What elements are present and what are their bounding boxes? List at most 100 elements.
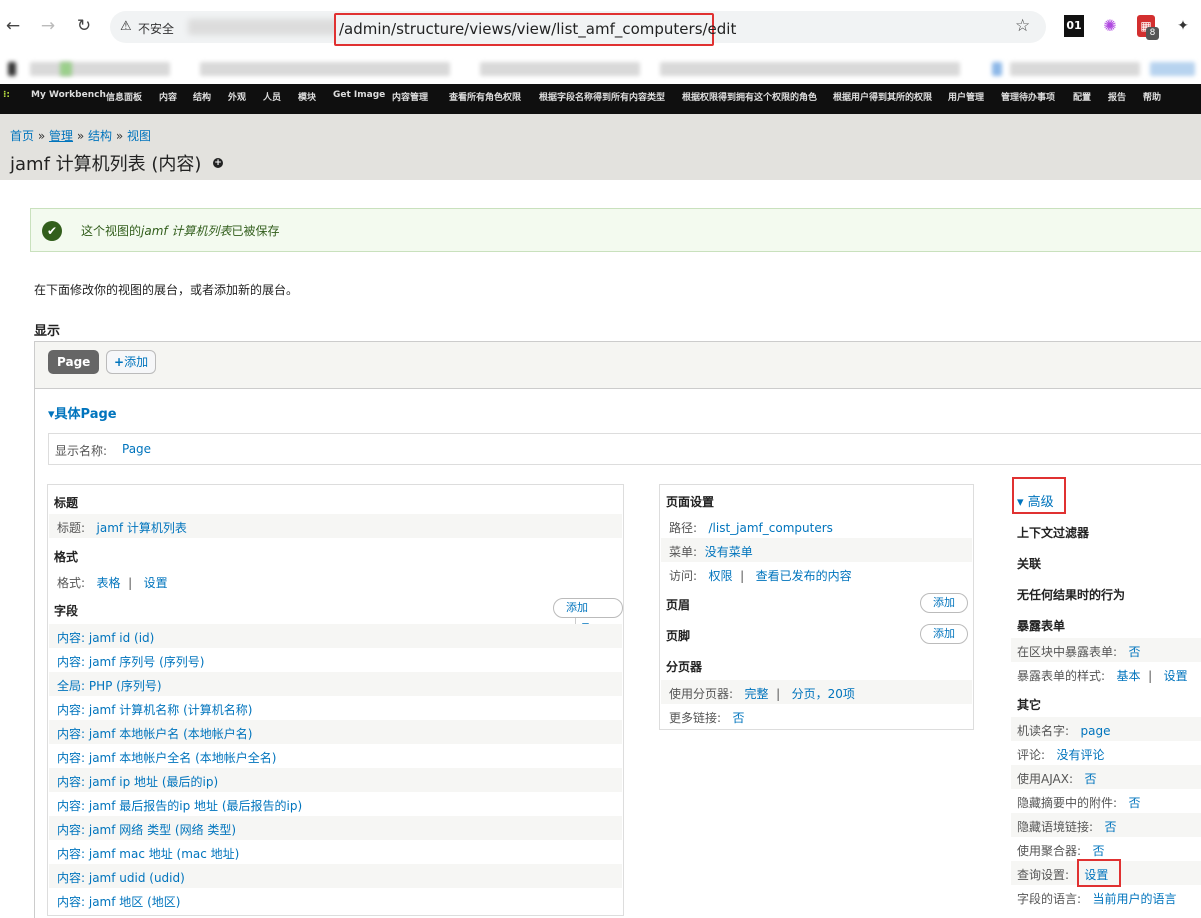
- field-row[interactable]: 内容: jamf 序列号 (序列号): [49, 648, 622, 672]
- toolbar-item-structure[interactable]: 结构: [193, 90, 211, 103]
- hide-attachment-link[interactable]: 否: [1129, 796, 1141, 810]
- details-title[interactable]: ▾具体Page: [48, 403, 117, 422]
- field-language-link[interactable]: 当前用户的语言: [1093, 892, 1177, 906]
- toolbar-item-todo[interactable]: 管理待办事项: [1001, 90, 1055, 103]
- toolbar-item-config[interactable]: 配置: [1073, 90, 1091, 103]
- bookmark-blur[interactable]: [1150, 62, 1195, 76]
- bookmark-blur[interactable]: [660, 62, 960, 76]
- ajax-link[interactable]: 否: [1084, 772, 1096, 786]
- field-row[interactable]: 内容: jamf 地区 (地区): [49, 888, 622, 912]
- sparkle-icon[interactable]: ✦: [1173, 15, 1193, 37]
- breadcrumb-structure[interactable]: 结构: [88, 129, 112, 143]
- field-link[interactable]: 内容: jamf mac 地址 (mac 地址): [57, 845, 239, 862]
- toolbar-item-field-types[interactable]: 根据字段名称得到所有内容类型: [539, 90, 665, 103]
- field-link[interactable]: 内容: jamf ip 地址 (最后的ip): [57, 773, 218, 790]
- title-value-link[interactable]: jamf 计算机列表: [97, 521, 187, 535]
- footer-add-button[interactable]: 添加: [920, 624, 968, 644]
- reload-icon[interactable]: ↻: [74, 16, 94, 36]
- exposed-block-label: 在区块中暴露表单:: [1017, 645, 1118, 659]
- toolbar-item-role-perms[interactable]: 查看所有角色权限: [449, 90, 521, 103]
- field-link[interactable]: 内容: jamf 计算机名称 (计算机名称): [57, 701, 252, 718]
- field-row[interactable]: 内容: jamf 本地帐户全名 (本地帐户全名): [49, 744, 622, 768]
- access-settings-link[interactable]: 查看已发布的内容: [756, 569, 852, 583]
- field-link[interactable]: 内容: jamf 地区 (地区): [57, 893, 180, 910]
- exposed-style-link[interactable]: 基本: [1117, 669, 1141, 683]
- breadcrumb-admin[interactable]: 管理: [49, 129, 73, 143]
- forward-icon[interactable]: →: [38, 16, 58, 36]
- field-link[interactable]: 内容: jamf 本地帐户名 (本地帐户名): [57, 725, 252, 742]
- path-link[interactable]: /list_jamf_computers: [709, 521, 833, 535]
- field-row[interactable]: 内容: jamf 最后报告的ip 地址 (最后报告的ip): [49, 792, 622, 816]
- field-link[interactable]: 内容: jamf 序列号 (序列号): [57, 653, 204, 670]
- machine-name-link[interactable]: page: [1081, 724, 1111, 738]
- tab-page[interactable]: Page: [48, 350, 100, 374]
- aggregation-link[interactable]: 否: [1093, 844, 1105, 858]
- bookmark-star-icon[interactable]: ☆: [1015, 16, 1030, 36]
- toolbar-item-help[interactable]: 帮助: [1143, 90, 1161, 103]
- field-row[interactable]: 内容: jamf id (id): [49, 624, 622, 648]
- field-link[interactable]: 内容: jamf 本地帐户全名 (本地帐户全名): [57, 749, 276, 766]
- comment-link[interactable]: 没有评论: [1057, 748, 1105, 762]
- toolbar-item-modules[interactable]: 模块: [298, 90, 316, 103]
- status-prefix: 这个视图的: [81, 224, 142, 238]
- pager-link[interactable]: 完整: [745, 687, 769, 701]
- security-label[interactable]: 不安全: [138, 20, 174, 37]
- display-tabs: Page +添加: [34, 341, 1201, 389]
- toolbar-item-reports[interactable]: 报告: [1108, 90, 1126, 103]
- field-link[interactable]: 内容: jamf udid (udid): [57, 869, 185, 886]
- header-add-button[interactable]: 添加: [920, 593, 968, 613]
- toolbar-item-content-mgmt[interactable]: 内容管理: [392, 90, 428, 103]
- field-row[interactable]: 内容: jamf mac 地址 (mac 地址): [49, 840, 622, 864]
- advanced-toggle[interactable]: ▾ 高级: [1017, 491, 1054, 510]
- ajax-text: 使用AJAX: 否: [1017, 770, 1096, 787]
- breadcrumb-views[interactable]: 视图: [127, 129, 151, 143]
- exposed-style-settings-link[interactable]: 设置: [1164, 669, 1188, 683]
- field-link[interactable]: 全局: PHP (序列号): [57, 677, 162, 694]
- toolbar-item-workbench[interactable]: My Workbench: [31, 90, 106, 100]
- field-row[interactable]: 内容: jamf ip 地址 (最后的ip): [49, 768, 622, 792]
- toolbar-item-get-image[interactable]: Get Image: [333, 90, 385, 100]
- field-row[interactable]: 内容: jamf udid (udid): [49, 864, 622, 888]
- field-link[interactable]: 内容: jamf id (id): [57, 629, 154, 646]
- pager-settings-link[interactable]: 分页，20项: [792, 687, 855, 701]
- bookmark-blur[interactable]: [8, 62, 16, 76]
- bookmark-blur[interactable]: [992, 62, 1002, 76]
- toolbar-item-perm-roles[interactable]: 根据权限得到拥有这个权限的角色: [682, 90, 817, 103]
- add-display-button[interactable]: +添加: [106, 350, 157, 374]
- toolbar-item-appearance[interactable]: 外观: [228, 90, 246, 103]
- query-settings-label: 查询设置:: [1017, 868, 1070, 882]
- fields-add-button[interactable]: 添加▼: [553, 598, 623, 636]
- back-icon[interactable]: ←: [3, 16, 23, 36]
- field-row[interactable]: 内容: jamf 本地帐户名 (本地帐户名): [49, 720, 622, 744]
- menu-link[interactable]: 没有菜单: [705, 545, 753, 559]
- breadcrumb-home[interactable]: 首页: [10, 129, 34, 143]
- access-label: 访问:: [669, 569, 698, 583]
- toolbar-toggle-icon[interactable]: ⁝:: [3, 90, 10, 100]
- exposed-block-link[interactable]: 否: [1129, 645, 1141, 659]
- more-link[interactable]: 否: [733, 711, 745, 725]
- toolbar-item-people[interactable]: 人员: [263, 90, 281, 103]
- bookmark-blur[interactable]: [200, 62, 450, 76]
- display-name-value[interactable]: Page: [122, 442, 151, 456]
- bookmark-blur[interactable]: [1010, 62, 1140, 76]
- hide-context-link[interactable]: 否: [1105, 820, 1117, 834]
- field-row[interactable]: 内容: jamf 网络 类型 (网络 类型): [49, 816, 622, 840]
- toolbar-item-content[interactable]: 内容: [159, 90, 177, 103]
- brain-extension-icon[interactable]: ✺: [1100, 15, 1120, 37]
- field-link[interactable]: 内容: jamf 最后报告的ip 地址 (最后报告的ip): [57, 797, 302, 814]
- toolbar-item-dashboard[interactable]: 信息面板: [106, 90, 142, 103]
- bookmark-blur[interactable]: [60, 62, 72, 76]
- extension-01-icon[interactable]: 01: [1064, 15, 1084, 37]
- toolbar-item-user-mgmt[interactable]: 用户管理: [948, 90, 984, 103]
- format-value-link[interactable]: 表格: [97, 576, 121, 590]
- shortcut-add-icon[interactable]: +: [213, 158, 223, 168]
- format-settings-link[interactable]: 设置: [144, 576, 168, 590]
- url-highlight[interactable]: /admin/structure/views/view/list_amf_com…: [334, 13, 736, 46]
- access-link[interactable]: 权限: [709, 569, 733, 583]
- bookmark-blur[interactable]: [480, 62, 640, 76]
- field-link[interactable]: 内容: jamf 网络 类型 (网络 类型): [57, 821, 236, 838]
- toolbar-item-user-perms[interactable]: 根据用户得到其所的权限: [833, 90, 932, 103]
- field-row[interactable]: 内容: jamf 计算机名称 (计算机名称): [49, 696, 622, 720]
- field-row[interactable]: 全局: PHP (序列号): [49, 672, 622, 696]
- bookmark-blur[interactable]: [30, 62, 170, 76]
